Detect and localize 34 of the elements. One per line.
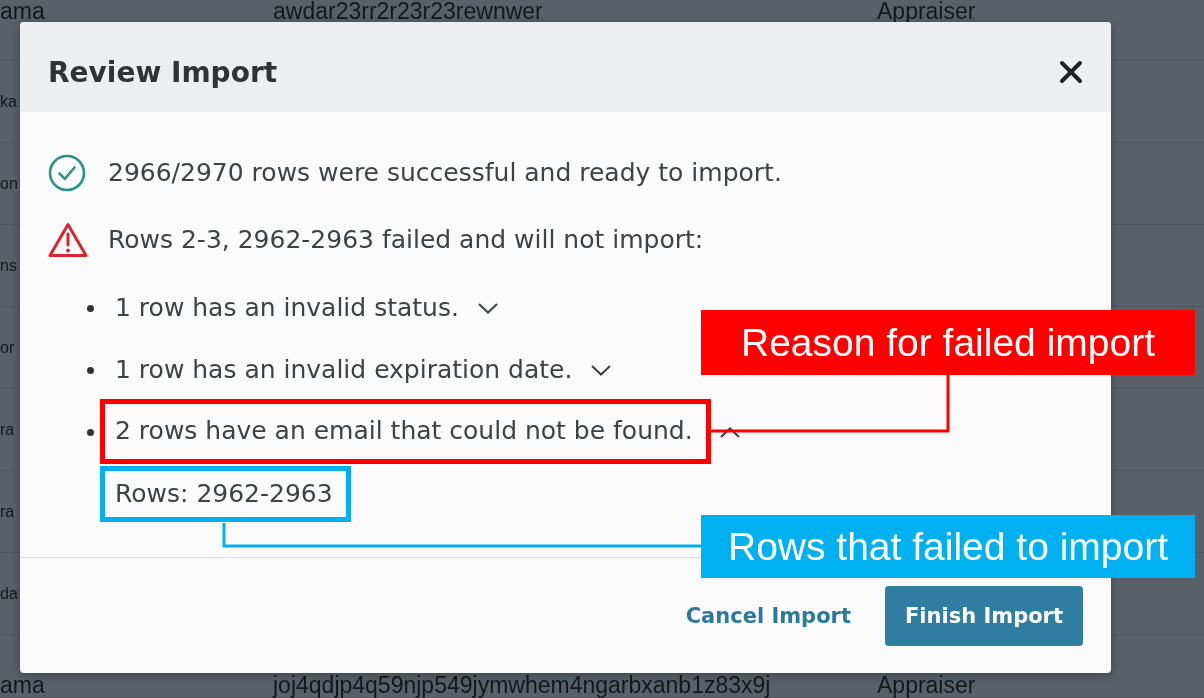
table-cell: or <box>0 337 15 358</box>
bullet-icon <box>87 428 94 436</box>
table-cell: Appraiser <box>877 0 976 22</box>
dialog-title: Review Import <box>48 55 278 89</box>
cancel-import-link[interactable]: Cancel Import <box>685 603 851 628</box>
row-range-text: Rows: 2962-2963 <box>115 479 333 509</box>
table-cell: da <box>0 583 18 604</box>
finish-import-button[interactable]: Finish Import <box>885 585 1083 646</box>
chevron-up-icon[interactable] <box>718 425 741 439</box>
chevron-down-icon[interactable] <box>590 363 613 377</box>
table-cell: awdar23rr2r23r23rewnwer <box>273 0 543 22</box>
close-button[interactable] <box>1059 60 1083 84</box>
callout-label: Rows that failed to import <box>701 515 1195 578</box>
close-icon <box>1059 60 1083 84</box>
table-cell: ka <box>0 91 17 112</box>
table-cell: ra <box>0 419 15 440</box>
table-cell: ama <box>0 0 45 22</box>
bullet-icon <box>87 304 94 312</box>
table-cell: joj4qdjp4q59njp549jymwhem4ngarbxanb1z83x9j <box>273 674 771 696</box>
callout-label: Reason for failed import <box>701 310 1195 375</box>
table-cell: ra <box>0 501 15 522</box>
check-circle-icon <box>48 154 86 192</box>
status-message: 2966/2970 rows were successful and ready to import. <box>108 158 782 188</box>
table-cell: Appraiser <box>877 674 976 696</box>
bullet-icon <box>87 366 94 374</box>
table-cell: on <box>0 173 18 194</box>
chevron-down-icon[interactable] <box>476 301 499 315</box>
warning-icon <box>48 222 88 258</box>
table-cell: ama <box>0 674 45 696</box>
table-cell: ns <box>0 255 17 276</box>
reason-text: 1 row has an invalid status. <box>115 293 459 323</box>
reason-text: 2 rows have an email that could not be found. <box>115 416 693 446</box>
reason-text: 1 row has an invalid expiration date. <box>115 355 573 385</box>
status-message: Rows 2-3, 2962-2963 failed and will not import: <box>108 225 704 255</box>
